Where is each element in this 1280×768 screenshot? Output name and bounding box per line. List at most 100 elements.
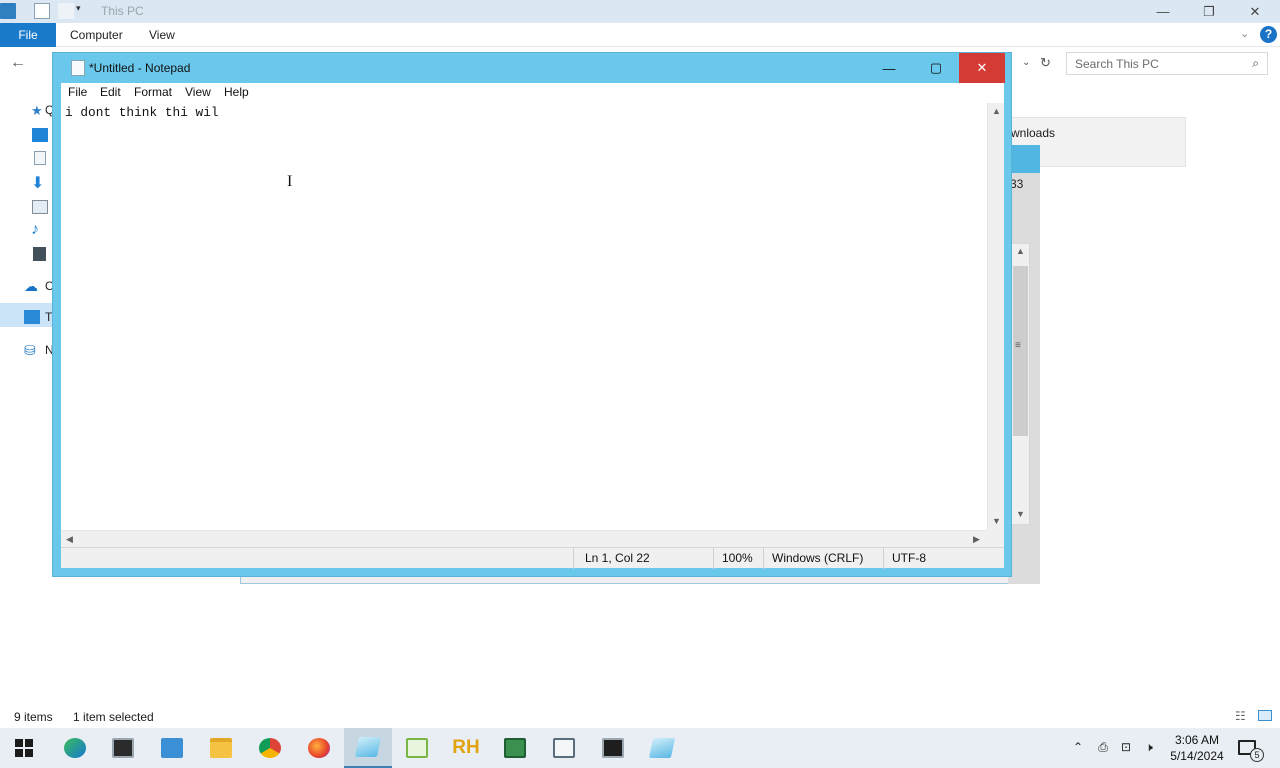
status-divider bbox=[713, 548, 714, 569]
taskbar-file-explorer[interactable] bbox=[197, 728, 245, 768]
quick-access-dropdown-icon[interactable]: ▾ bbox=[76, 3, 92, 19]
ribbon-tab-computer[interactable]: Computer bbox=[58, 23, 135, 47]
downloads-icon[interactable]: ⬇ bbox=[31, 173, 47, 192]
cursor-position: Ln 1, Col 22 bbox=[585, 551, 650, 565]
text-cursor-icon: I bbox=[287, 173, 293, 190]
clock-date: 5/14/2024 bbox=[1170, 749, 1224, 763]
editor-text[interactable]: i dont think thi wil bbox=[65, 105, 219, 120]
item-count: 9 items bbox=[14, 710, 53, 724]
taskbar-firefox[interactable] bbox=[295, 728, 343, 768]
taskbar-notepad[interactable] bbox=[344, 728, 392, 768]
system-clock[interactable]: 3:06 AM 5/14/2024 bbox=[1162, 732, 1232, 764]
notepad-statusbar: Ln 1, Col 22 100% Windows (CRLF) UTF-8 bbox=[61, 547, 1004, 569]
notepad-editor[interactable]: i dont think thi wil I ▲ ▼ ◀ ▶ Ln 1, Col… bbox=[61, 103, 1004, 569]
this-pc-icon bbox=[0, 3, 16, 19]
zoom-level: 100% bbox=[722, 551, 753, 565]
scroll-thumb[interactable] bbox=[1013, 266, 1028, 436]
device-icon[interactable]: ⎙ bbox=[1096, 740, 1110, 754]
taskbar-chrome[interactable] bbox=[246, 728, 294, 768]
vscroll-up-arrow-icon[interactable]: ▲ bbox=[992, 106, 1001, 116]
menu-view[interactable]: View bbox=[185, 85, 211, 99]
scroll-down-arrow-icon[interactable]: ▼ bbox=[1016, 509, 1025, 519]
rh-icon: RH bbox=[452, 737, 480, 758]
encoding: UTF-8 bbox=[892, 551, 926, 565]
background-window-text: 33 bbox=[1010, 177, 1024, 191]
taskbar-rh[interactable]: RH bbox=[442, 728, 490, 768]
taskbar-edge[interactable] bbox=[51, 728, 99, 768]
explorer-close-button[interactable]: ✕ bbox=[1232, 0, 1278, 23]
cmd-icon bbox=[602, 738, 624, 758]
ribbon-expand-icon[interactable]: ⌄ bbox=[1240, 27, 1249, 40]
desktop-icon[interactable] bbox=[32, 128, 48, 142]
show-hidden-icons-icon[interactable]: ⌃ bbox=[1071, 740, 1085, 754]
large-icons-view-icon[interactable] bbox=[1258, 710, 1272, 721]
documents-icon[interactable] bbox=[34, 151, 46, 165]
taskbar-remote-desktop[interactable] bbox=[540, 728, 588, 768]
ribbon-tab-file[interactable]: File bbox=[0, 23, 56, 47]
taskbar-server-manager[interactable] bbox=[148, 728, 196, 768]
back-arrow-icon[interactable]: ← bbox=[10, 54, 26, 72]
hscroll-right-arrow-icon[interactable]: ▶ bbox=[973, 534, 980, 545]
background-window-scrollbar[interactable]: ▲ ≡ ▼ bbox=[1011, 243, 1030, 525]
videos-icon[interactable] bbox=[33, 247, 46, 261]
this-pc-nav-icon bbox=[24, 310, 40, 324]
menu-help[interactable]: Help bbox=[224, 85, 249, 99]
maximize-button[interactable]: ▢ bbox=[913, 53, 959, 83]
downloads-folder-label: wnloads bbox=[1011, 126, 1056, 140]
details-view-icon[interactable]: ☷ bbox=[1235, 709, 1246, 723]
scroll-up-arrow-icon[interactable]: ▲ bbox=[1016, 246, 1025, 256]
explorer-minimize-button[interactable]: — bbox=[1140, 0, 1186, 23]
explorer-statusbar: 9 items 1 item selected ☷ bbox=[0, 706, 1280, 728]
notepad-window: *Untitled - Notepad — ▢ ✕ File Edit Form… bbox=[52, 52, 1012, 577]
taskbar-terminal[interactable] bbox=[99, 728, 147, 768]
status-divider bbox=[883, 548, 884, 569]
hscroll-left-arrow-icon[interactable]: ◀ bbox=[66, 534, 73, 545]
notification-count-badge: 5 bbox=[1250, 748, 1264, 762]
notepad-taskbar-icon bbox=[354, 737, 382, 757]
taskbar-cmd[interactable] bbox=[589, 728, 637, 768]
new-folder-icon[interactable] bbox=[58, 3, 74, 19]
vscroll-down-arrow-icon[interactable]: ▼ bbox=[992, 516, 1001, 526]
music-icon[interactable]: ♪ bbox=[31, 221, 47, 238]
background-window-titlebar bbox=[1008, 145, 1040, 173]
search-placeholder: Search This PC bbox=[1075, 57, 1159, 71]
refresh-icon[interactable]: ↻ bbox=[1040, 55, 1051, 71]
menu-format[interactable]: Format bbox=[134, 85, 172, 99]
close-button[interactable]: ✕ bbox=[959, 53, 1005, 83]
horizontal-scrollbar[interactable]: ◀ ▶ bbox=[61, 530, 987, 547]
remote-desktop-icon bbox=[553, 738, 575, 758]
network-status-icon[interactable]: ⊡ bbox=[1119, 740, 1133, 754]
selection-count: 1 item selected bbox=[73, 710, 154, 724]
notepad-2-taskbar-icon bbox=[648, 738, 676, 758]
folder-icon bbox=[210, 738, 232, 758]
ribbon-tab-view[interactable]: View bbox=[137, 23, 187, 47]
taskbar-notepad-2[interactable] bbox=[638, 728, 686, 768]
menu-edit[interactable]: Edit bbox=[100, 85, 121, 99]
explorer-restore-button[interactable]: ❐ bbox=[1186, 0, 1232, 23]
clock-time: 3:06 AM bbox=[1174, 733, 1220, 747]
network-icon[interactable]: ⛁ bbox=[24, 342, 40, 358]
status-divider bbox=[763, 548, 764, 569]
start-button[interactable] bbox=[0, 728, 48, 768]
address-dropdown-icon[interactable]: ⌄ bbox=[1022, 57, 1030, 68]
onedrive-icon[interactable]: ☁ bbox=[24, 278, 40, 294]
explorer-titlebar: ▾ This PC — ❐ ✕ bbox=[0, 0, 1280, 23]
taskbar-task-manager[interactable] bbox=[491, 728, 539, 768]
help-icon[interactable]: ? bbox=[1260, 26, 1277, 43]
navigation-pane: ★ Q ⬇ ♪ ☁ O T ⛁ N bbox=[0, 95, 54, 375]
notepad-menubar: File Edit Format View Help bbox=[61, 83, 1004, 103]
status-divider bbox=[573, 548, 574, 569]
notepad-icon[interactable] bbox=[71, 60, 85, 76]
taskbar-notepad-plus[interactable] bbox=[393, 728, 441, 768]
pictures-icon[interactable] bbox=[32, 200, 48, 214]
vertical-scrollbar[interactable]: ▲ ▼ bbox=[987, 103, 1004, 530]
edge-icon bbox=[64, 738, 86, 758]
properties-icon[interactable] bbox=[34, 3, 50, 19]
search-input[interactable]: Search This PC ⌕ bbox=[1066, 52, 1268, 75]
scroll-grip-icon: ≡ bbox=[1015, 340, 1021, 351]
menu-file[interactable]: File bbox=[68, 85, 87, 99]
chrome-icon bbox=[259, 738, 281, 758]
notepad-titlebar[interactable]: *Untitled - Notepad — ▢ ✕ bbox=[53, 53, 1011, 83]
minimize-button[interactable]: — bbox=[866, 53, 912, 83]
volume-muted-icon[interactable]: 🕨 bbox=[1142, 740, 1156, 754]
